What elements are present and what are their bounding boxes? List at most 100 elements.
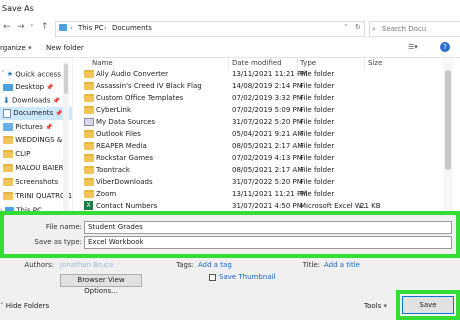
- nav-item-label: WEDDINGS &: [15, 136, 63, 144]
- nav-item-label: Downloads: [11, 96, 51, 105]
- address-dropdown-icon[interactable]: ˅: [344, 24, 348, 32]
- nav-item-documents[interactable]: Documents 📌: [0, 107, 72, 120]
- breadcrumb-documents[interactable]: Documents: [112, 24, 152, 32]
- save-button-highlight: Save: [396, 290, 460, 320]
- help-icon[interactable]: ?: [440, 42, 450, 52]
- table-row[interactable]: ViberDownloads 31/07/2022 5:20 PM File f…: [80, 176, 450, 188]
- search-input[interactable]: ⌕ Search Docu: [369, 21, 460, 37]
- file-name-input[interactable]: Student Grades: [84, 221, 452, 234]
- column-header-type[interactable]: Type: [300, 59, 316, 67]
- file-date: 08/05/2021 2:17 AM: [232, 166, 304, 174]
- up-arrow-icon[interactable]: ↑: [41, 22, 49, 32]
- tags-value[interactable]: Add a tag: [198, 261, 232, 269]
- table-row[interactable]: REAPER Media 08/05/2021 2:17 AM File fol…: [80, 140, 450, 152]
- refresh-icon[interactable]: ↻: [355, 23, 361, 31]
- file-type: File folder: [300, 118, 335, 126]
- recent-dropdown-icon[interactable]: ˅: [30, 24, 34, 32]
- table-row[interactable]: Ally Audio Converter 13/11/2021 11:21 PM…: [80, 68, 450, 80]
- file-list-scrollbar-thumb[interactable]: [445, 70, 451, 170]
- tools-menu[interactable]: Tools ▾: [364, 302, 387, 310]
- nav-item-screenshots[interactable]: Screenshots: [0, 176, 72, 189]
- authors-value[interactable]: Jonathan Bruce: [60, 261, 113, 269]
- title-value[interactable]: Add a title: [324, 261, 360, 269]
- save-as-type-select[interactable]: Excel Workbook: [84, 236, 452, 249]
- search-icon: ⌕: [372, 25, 376, 33]
- nav-item-label: Pictures: [15, 123, 43, 131]
- file-date: 08/05/2021 2:17 AM: [232, 142, 304, 150]
- file-name: ViberDownloads: [96, 178, 153, 186]
- table-row[interactable]: Custom Office Templates 07/02/2019 3:32 …: [80, 92, 450, 104]
- folder-icon: [84, 154, 94, 162]
- nav-scrollbar-thumb[interactable]: [64, 64, 68, 94]
- file-date: 07/02/2019 5:09 PM: [232, 106, 303, 114]
- table-row[interactable]: My Data Sources 31/07/2022 5:20 PM File …: [80, 116, 450, 128]
- tools-label: Tools: [364, 302, 382, 310]
- desktop-icon: [3, 83, 13, 91]
- nav-item-pictures[interactable]: Pictures 📌: [0, 121, 72, 134]
- file-date: 07/02/2019 3:32 PM: [232, 94, 303, 102]
- file-name: Toontrack: [96, 166, 130, 174]
- file-date: 07/02/2019 4:13 PM: [232, 154, 303, 162]
- file-name: Ally Audio Converter: [96, 70, 169, 78]
- nav-item-downloads[interactable]: ⬇ Downloads 📌: [0, 94, 72, 107]
- pictures-icon: [3, 123, 13, 131]
- pin-icon: 📌: [45, 124, 53, 131]
- file-name: My Data Sources: [96, 118, 156, 126]
- new-folder-button[interactable]: New folder: [46, 44, 84, 52]
- file-name-value: Student Grades: [88, 223, 143, 231]
- nav-item-weddings[interactable]: WEDDINGS &: [0, 134, 72, 147]
- chevron-down-icon: ˅: [1, 70, 5, 78]
- download-arrow-icon: ⬇: [3, 96, 10, 105]
- back-arrow-icon[interactable]: ←: [3, 22, 11, 32]
- browser-view-options-button[interactable]: Browser View Options...: [60, 274, 142, 295]
- pin-icon: 📌: [55, 110, 63, 117]
- authors-label: Authors:: [24, 261, 54, 269]
- file-date: 13/11/2021 11:21 PM: [232, 70, 308, 78]
- address-box[interactable]: › This PC › Documents ˅ ↻: [55, 21, 365, 37]
- title-label: Title:: [302, 261, 320, 269]
- column-header-name[interactable]: Name: [92, 59, 113, 67]
- file-date: 31/07/2022 5:20 PM: [232, 178, 303, 186]
- tags-label: Tags:: [176, 261, 194, 269]
- column-header-date[interactable]: Date modified: [232, 59, 282, 67]
- file-name: REAPER Media: [96, 142, 147, 150]
- nav-item-malou-baiere[interactable]: MALOU BAIERE: [0, 162, 72, 175]
- table-row[interactable]: Outlook Files 05/04/2021 9:21 AM File fo…: [80, 128, 450, 140]
- organize-menu[interactable]: rganize ▾: [0, 44, 32, 52]
- folder-icon: [84, 94, 94, 102]
- nav-item-label: CLIP: [15, 150, 31, 158]
- breadcrumb-this-pc[interactable]: This PC: [78, 24, 104, 32]
- nav-item-quick-access[interactable]: ˅ ★ Quick access: [0, 68, 72, 81]
- nav-item-desktop[interactable]: Desktop 📌: [0, 81, 72, 94]
- nav-item-trini-quatro[interactable]: TRINI QUATRO 1: [0, 190, 72, 203]
- file-name: Custom Office Templates: [96, 94, 184, 102]
- save-as-type-value: Excel Workbook: [88, 238, 144, 246]
- save-button[interactable]: Save: [402, 296, 454, 314]
- save-form-highlight: [0, 211, 460, 258]
- table-row[interactable]: CyberLink 07/02/2019 5:09 PM File folder: [80, 104, 450, 116]
- folder-icon: [84, 130, 94, 138]
- file-type: File folder: [300, 70, 335, 78]
- folder-icon: [3, 178, 13, 186]
- folder-icon: [84, 70, 94, 78]
- hide-folders-toggle[interactable]: ˄ Hide Folders: [0, 302, 49, 310]
- file-date: 31/07/2022 5:20 PM: [232, 118, 303, 126]
- column-header-size[interactable]: Size: [368, 59, 382, 67]
- table-row[interactable]: Toontrack 08/05/2021 2:17 AM File folder: [80, 164, 450, 176]
- search-placeholder: Search Docu: [382, 25, 427, 33]
- table-row[interactable]: Assassin's Creed IV Black Flag 14/08/201…: [80, 80, 450, 92]
- window-title: Save As: [2, 4, 34, 13]
- file-name: Assassin's Creed IV Black Flag: [96, 82, 202, 90]
- chevron-down-icon: ▾: [383, 302, 387, 310]
- save-thumbnail-checkbox[interactable]: [209, 274, 216, 281]
- star-icon: ★: [6, 70, 14, 78]
- view-options-icon[interactable]: ☰▾: [408, 43, 418, 51]
- forward-arrow-icon[interactable]: →: [17, 22, 25, 32]
- file-type: File folder: [300, 154, 335, 162]
- table-row[interactable]: Zoom 13/11/2021 11:21 PM File folder: [80, 188, 450, 200]
- pin-icon: 📌: [46, 84, 54, 91]
- file-name: Rockstar Games: [96, 154, 154, 162]
- table-row[interactable]: Rockstar Games 07/02/2019 4:13 PM File f…: [80, 152, 450, 164]
- nav-item-clip[interactable]: CLIP: [0, 148, 72, 161]
- chevron-down-icon: ▾: [28, 44, 32, 52]
